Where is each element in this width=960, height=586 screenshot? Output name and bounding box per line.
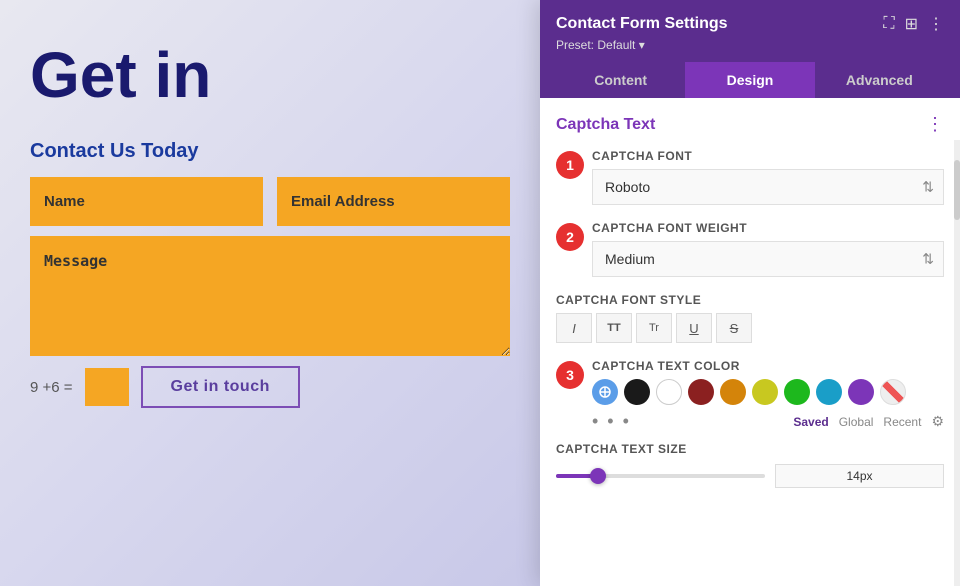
panel-header-icons: ⛶ ⊞ ⋮: [883, 14, 944, 34]
swatch-purple[interactable]: [848, 379, 874, 405]
style-btn-uppercase[interactable]: TT: [596, 313, 632, 343]
captcha-font-weight-label: Captcha Font Weight: [592, 221, 944, 235]
swatch-white[interactable]: [656, 379, 682, 405]
slider-thumb[interactable]: [590, 468, 606, 484]
swatch-darkred[interactable]: [688, 379, 714, 405]
slider-track[interactable]: [556, 474, 765, 478]
global-tab[interactable]: Global: [839, 415, 874, 429]
swatch-green[interactable]: [784, 379, 810, 405]
color-settings-icon[interactable]: ⚙: [931, 413, 944, 430]
fullscreen-icon[interactable]: ⛶: [883, 15, 894, 33]
captcha-answer-box: [85, 368, 129, 406]
form-section: Contact Us Today 9 +6 = Get in touch: [30, 140, 510, 408]
captcha-font-field: Captcha Font Roboto ⇅: [592, 149, 944, 205]
style-btn-underline[interactable]: U: [676, 313, 712, 343]
name-input[interactable]: [30, 177, 263, 226]
style-btn-strikethrough[interactable]: S: [716, 313, 752, 343]
tab-content[interactable]: Content: [556, 62, 685, 98]
style-buttons-row: I TT Tr U S: [556, 313, 944, 343]
layout-icon[interactable]: ⊞: [905, 14, 918, 34]
form-row-names: [30, 177, 510, 226]
panel-title: Contact Form Settings: [556, 15, 728, 33]
slider-value-input[interactable]: 14px: [775, 464, 944, 488]
captcha-font-select[interactable]: Roboto: [592, 169, 944, 205]
tab-advanced[interactable]: Advanced: [815, 62, 944, 98]
panel-body: Captcha Text ⋮ 1 Captcha Font Roboto ⇅ 2…: [540, 98, 960, 586]
captcha-weight-select[interactable]: Medium: [592, 241, 944, 277]
captcha-style-group: Captcha Font Style I TT Tr U S: [556, 293, 944, 343]
captcha-color-group: 3 Captcha Text Color: [592, 359, 944, 432]
preview-area: Get in Contact Us Today 9 +6 = Get in to…: [0, 0, 540, 586]
style-btn-italic[interactable]: I: [556, 313, 592, 343]
message-textarea[interactable]: [30, 236, 510, 356]
swatch-black[interactable]: [624, 379, 650, 405]
recent-tab[interactable]: Recent: [883, 415, 921, 429]
submit-button[interactable]: Get in touch: [141, 366, 300, 408]
section-title: Captcha Text: [556, 116, 655, 134]
captcha-label: 9 +6 =: [30, 379, 73, 396]
step-badge-1: 1: [556, 151, 584, 179]
email-input[interactable]: [277, 177, 510, 226]
captcha-size-group: Captcha Text Size 14px: [556, 442, 944, 488]
form-section-title: Contact Us Today: [30, 140, 510, 163]
swatch-orange[interactable]: [720, 379, 746, 405]
step-badge-2: 2: [556, 223, 584, 251]
saved-tab[interactable]: Saved: [793, 415, 828, 429]
color-picker-button[interactable]: [592, 379, 618, 405]
style-btn-capitalize[interactable]: Tr: [636, 313, 672, 343]
captcha-weight-group: 2 Captcha Font Weight Medium ⇅: [592, 221, 944, 277]
page-title: Get in: [30, 40, 510, 110]
color-swatches-row: [592, 379, 944, 405]
more-icon[interactable]: ⋮: [928, 14, 944, 34]
panel-preset[interactable]: Preset: Default ▾: [556, 38, 944, 52]
settings-panel: Contact Form Settings ⛶ ⊞ ⋮ Preset: Defa…: [540, 0, 960, 586]
captcha-text-size-label: Captcha Text Size: [556, 442, 944, 456]
captcha-weight-field: Captcha Font Weight Medium ⇅: [592, 221, 944, 277]
panel-tabs: Content Design Advanced: [556, 62, 944, 98]
section-header: Captcha Text ⋮: [556, 114, 944, 135]
step-badge-3: 3: [556, 361, 584, 389]
tab-design[interactable]: Design: [685, 62, 814, 98]
captcha-color-field: Captcha Text Color: [592, 359, 944, 432]
swatch-yellow[interactable]: [752, 379, 778, 405]
captcha-font-label: Captcha Font: [592, 149, 944, 163]
scrollbar-thumb[interactable]: [954, 160, 960, 220]
swatch-strikethrough[interactable]: [880, 379, 906, 405]
captcha-weight-select-wrapper: Medium ⇅: [592, 241, 944, 277]
scrollbar-track[interactable]: [954, 140, 960, 586]
captcha-text-color-label: Captcha Text Color: [592, 359, 944, 373]
section-menu-icon[interactable]: ⋮: [926, 114, 944, 135]
panel-header: Contact Form Settings ⛶ ⊞ ⋮ Preset: Defa…: [540, 0, 960, 98]
color-footer-tabs: Saved Global Recent ⚙: [793, 413, 944, 430]
captcha-font-group: 1 Captcha Font Roboto ⇅: [592, 149, 944, 205]
panel-title-row: Contact Form Settings ⛶ ⊞ ⋮: [556, 14, 944, 34]
more-colors-dots[interactable]: • • •: [592, 411, 631, 432]
captcha-font-select-wrapper: Roboto ⇅: [592, 169, 944, 205]
swatch-teal[interactable]: [816, 379, 842, 405]
slider-row: 14px: [556, 464, 944, 488]
color-footer: • • • Saved Global Recent ⚙: [592, 411, 944, 432]
captcha-font-style-label: Captcha Font Style: [556, 293, 944, 307]
form-bottom-row: 9 +6 = Get in touch: [30, 366, 510, 408]
